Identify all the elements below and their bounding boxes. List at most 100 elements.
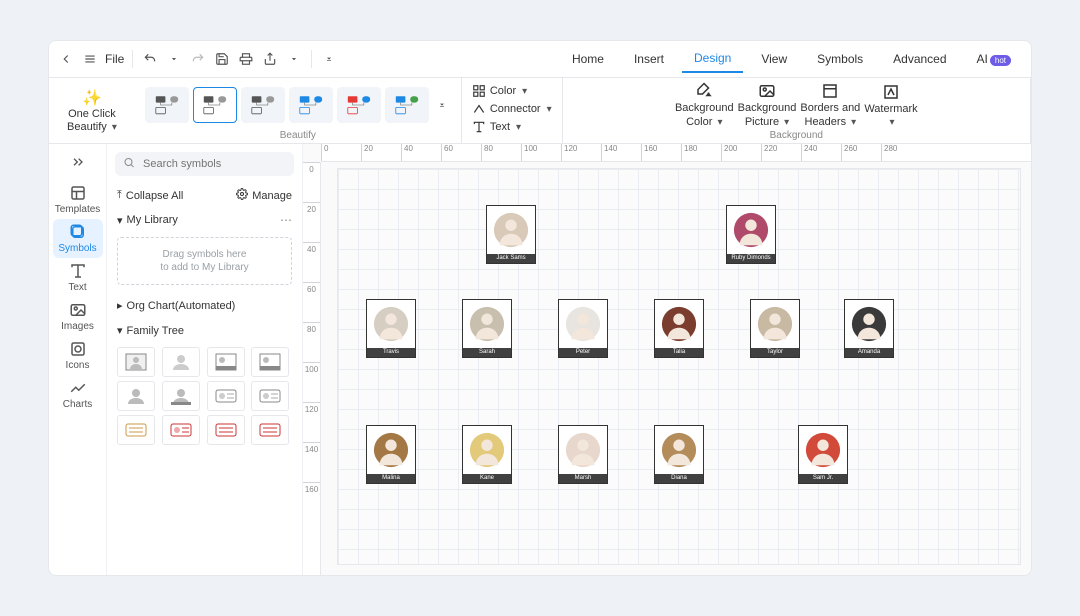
one-click-beautify-button[interactable]: ✨ One Click Beautify ▾	[59, 85, 125, 139]
text-dropdown[interactable]: Text▾	[472, 118, 521, 136]
share-icon[interactable]	[261, 50, 279, 68]
menu-tab-ai[interactable]: AIhot	[965, 46, 1023, 72]
dropzone[interactable]: Drag symbols here to add to My Library	[117, 237, 292, 285]
canvas[interactable]: Jack Sams Ruby Dimonds Travis Sarah Peter Tal…	[337, 168, 1021, 565]
back-icon[interactable]	[57, 50, 75, 68]
org-chart-section[interactable]: ▸Org Chart(Automated)	[107, 293, 302, 318]
horizontal-ruler: 020406080100120140160180200220240260280	[321, 144, 1031, 162]
style-thumb-2[interactable]	[241, 87, 285, 123]
my-library-section[interactable]: ▾My Library ⋯	[107, 207, 302, 233]
background-color-button[interactable]: Background Color ▾	[675, 82, 734, 128]
sparkle-icon: ✨	[82, 89, 102, 108]
one-click-l1: One Click	[68, 108, 116, 121]
family-tree-shape-10[interactable]	[207, 415, 245, 445]
style-thumb-0[interactable]	[145, 87, 189, 123]
person-name: Talia	[655, 348, 703, 357]
person-name: Peter	[559, 348, 607, 357]
person-card-malina[interactable]: Malina	[366, 425, 416, 484]
menu-tab-insert[interactable]: Insert	[622, 46, 676, 72]
avatar	[799, 426, 847, 474]
nav-item-charts[interactable]: Charts	[53, 375, 103, 414]
manage-button[interactable]: Manage	[236, 188, 292, 203]
family-tree-shape-0[interactable]	[117, 347, 155, 377]
person-card-talia[interactable]: Talia	[654, 299, 704, 358]
beautify-label: Beautify	[280, 130, 316, 141]
person-card-taylor[interactable]: Taylor	[750, 299, 800, 358]
background-picture-button[interactable]: Background Picture ▾	[738, 82, 797, 128]
save-icon[interactable]	[213, 50, 231, 68]
watermark-button[interactable]: Watermark ▾	[864, 83, 917, 128]
vertical-ruler: 020406080100120140160	[303, 162, 321, 575]
nav-item-images[interactable]: Images	[53, 297, 103, 336]
redo-icon[interactable]	[189, 50, 207, 68]
family-tree-shape-11[interactable]	[251, 415, 289, 445]
nav-item-icons[interactable]: Icons	[53, 336, 103, 375]
family-tree-shape-8[interactable]	[117, 415, 155, 445]
menu-tab-design[interactable]: Design	[682, 45, 743, 73]
person-name: Jack Sams	[487, 254, 535, 263]
family-tree-shape-5[interactable]	[162, 381, 200, 411]
family-tree-section[interactable]: ▾Family Tree	[107, 318, 302, 343]
person-card-kane[interactable]: Kane	[462, 425, 512, 484]
style-thumb-3[interactable]	[289, 87, 333, 123]
avatar	[367, 300, 415, 348]
family-tree-shape-2[interactable]	[207, 347, 245, 377]
person-card-peter[interactable]: Peter	[558, 299, 608, 358]
avatar	[487, 206, 535, 254]
person-name: Taylor	[751, 348, 799, 357]
color-dropdown[interactable]: Color▾	[472, 82, 527, 100]
person-card-diana[interactable]: Diana	[654, 425, 704, 484]
family-tree-shape-1[interactable]	[162, 347, 200, 377]
menu-icon[interactable]	[81, 50, 99, 68]
app-window: File HomeInsertDesignViewSymbolsAdvanced…	[48, 40, 1032, 576]
section-options-icon[interactable]: ⋯	[280, 213, 292, 227]
share-more-icon[interactable]	[285, 50, 303, 68]
family-tree-shape-4[interactable]	[117, 381, 155, 411]
family-tree-shape-7[interactable]	[251, 381, 289, 411]
person-name: Amanda	[845, 348, 893, 357]
person-card-sam-jr.[interactable]: Sam Jr.	[798, 425, 848, 484]
menu-tab-symbols[interactable]: Symbols	[805, 46, 875, 72]
search-input[interactable]	[115, 152, 294, 176]
print-icon[interactable]	[237, 50, 255, 68]
connector-dropdown[interactable]: Connector▾	[472, 100, 552, 118]
avatar	[559, 300, 607, 348]
nav-item-symbols[interactable]: Symbols	[53, 219, 103, 258]
person-name: Sarah	[463, 348, 511, 357]
search-icon	[123, 157, 135, 172]
person-card-marsh[interactable]: Marsh	[558, 425, 608, 484]
menu-tabs: HomeInsertDesignViewSymbolsAdvanced AIhot	[560, 45, 1023, 73]
chevron-down-icon: ▾	[117, 214, 123, 227]
family-tree-shape-3[interactable]	[251, 347, 289, 377]
file-menu[interactable]: File	[105, 52, 124, 66]
person-card-sarah[interactable]: Sarah	[462, 299, 512, 358]
menu-tab-view[interactable]: View	[749, 46, 799, 72]
style-thumb-1[interactable]	[193, 87, 237, 123]
main-area: TemplatesSymbolsTextImagesIconsCharts ⤒ …	[49, 144, 1031, 575]
person-card-amanda[interactable]: Amanda	[844, 299, 894, 358]
person-card-jack-sams[interactable]: Jack Sams	[486, 205, 536, 264]
undo-more-icon[interactable]	[165, 50, 183, 68]
person-card-ruby-dimonds[interactable]: Ruby Dimonds	[726, 205, 776, 264]
ribbon: ✨ One Click Beautify ▾ Beautify Color▾ C…	[49, 78, 1031, 144]
family-tree-shape-9[interactable]	[162, 415, 200, 445]
collapse-all-button[interactable]: ⤒ Collapse All	[117, 189, 183, 202]
person-name: Diana	[655, 474, 703, 483]
person-name: Travis	[367, 348, 415, 357]
person-card-travis[interactable]: Travis	[366, 299, 416, 358]
avatar	[559, 426, 607, 474]
collapse-icon: ⤒	[117, 189, 122, 202]
toolbar-overflow-icon[interactable]	[320, 50, 338, 68]
undo-icon[interactable]	[141, 50, 159, 68]
style-more-icon[interactable]	[433, 96, 451, 114]
nav-item-templates[interactable]: Templates	[53, 180, 103, 219]
collapse-panel-button[interactable]	[53, 150, 103, 174]
family-tree-shape-6[interactable]	[207, 381, 245, 411]
menu-tab-home[interactable]: Home	[560, 46, 616, 72]
style-thumb-4[interactable]	[337, 87, 381, 123]
person-name: Malina	[367, 474, 415, 483]
nav-item-text[interactable]: Text	[53, 258, 103, 297]
menu-tab-advanced[interactable]: Advanced	[881, 46, 958, 72]
style-thumb-5[interactable]	[385, 87, 429, 123]
borders-headers-button[interactable]: Borders and Headers ▾	[800, 82, 860, 128]
